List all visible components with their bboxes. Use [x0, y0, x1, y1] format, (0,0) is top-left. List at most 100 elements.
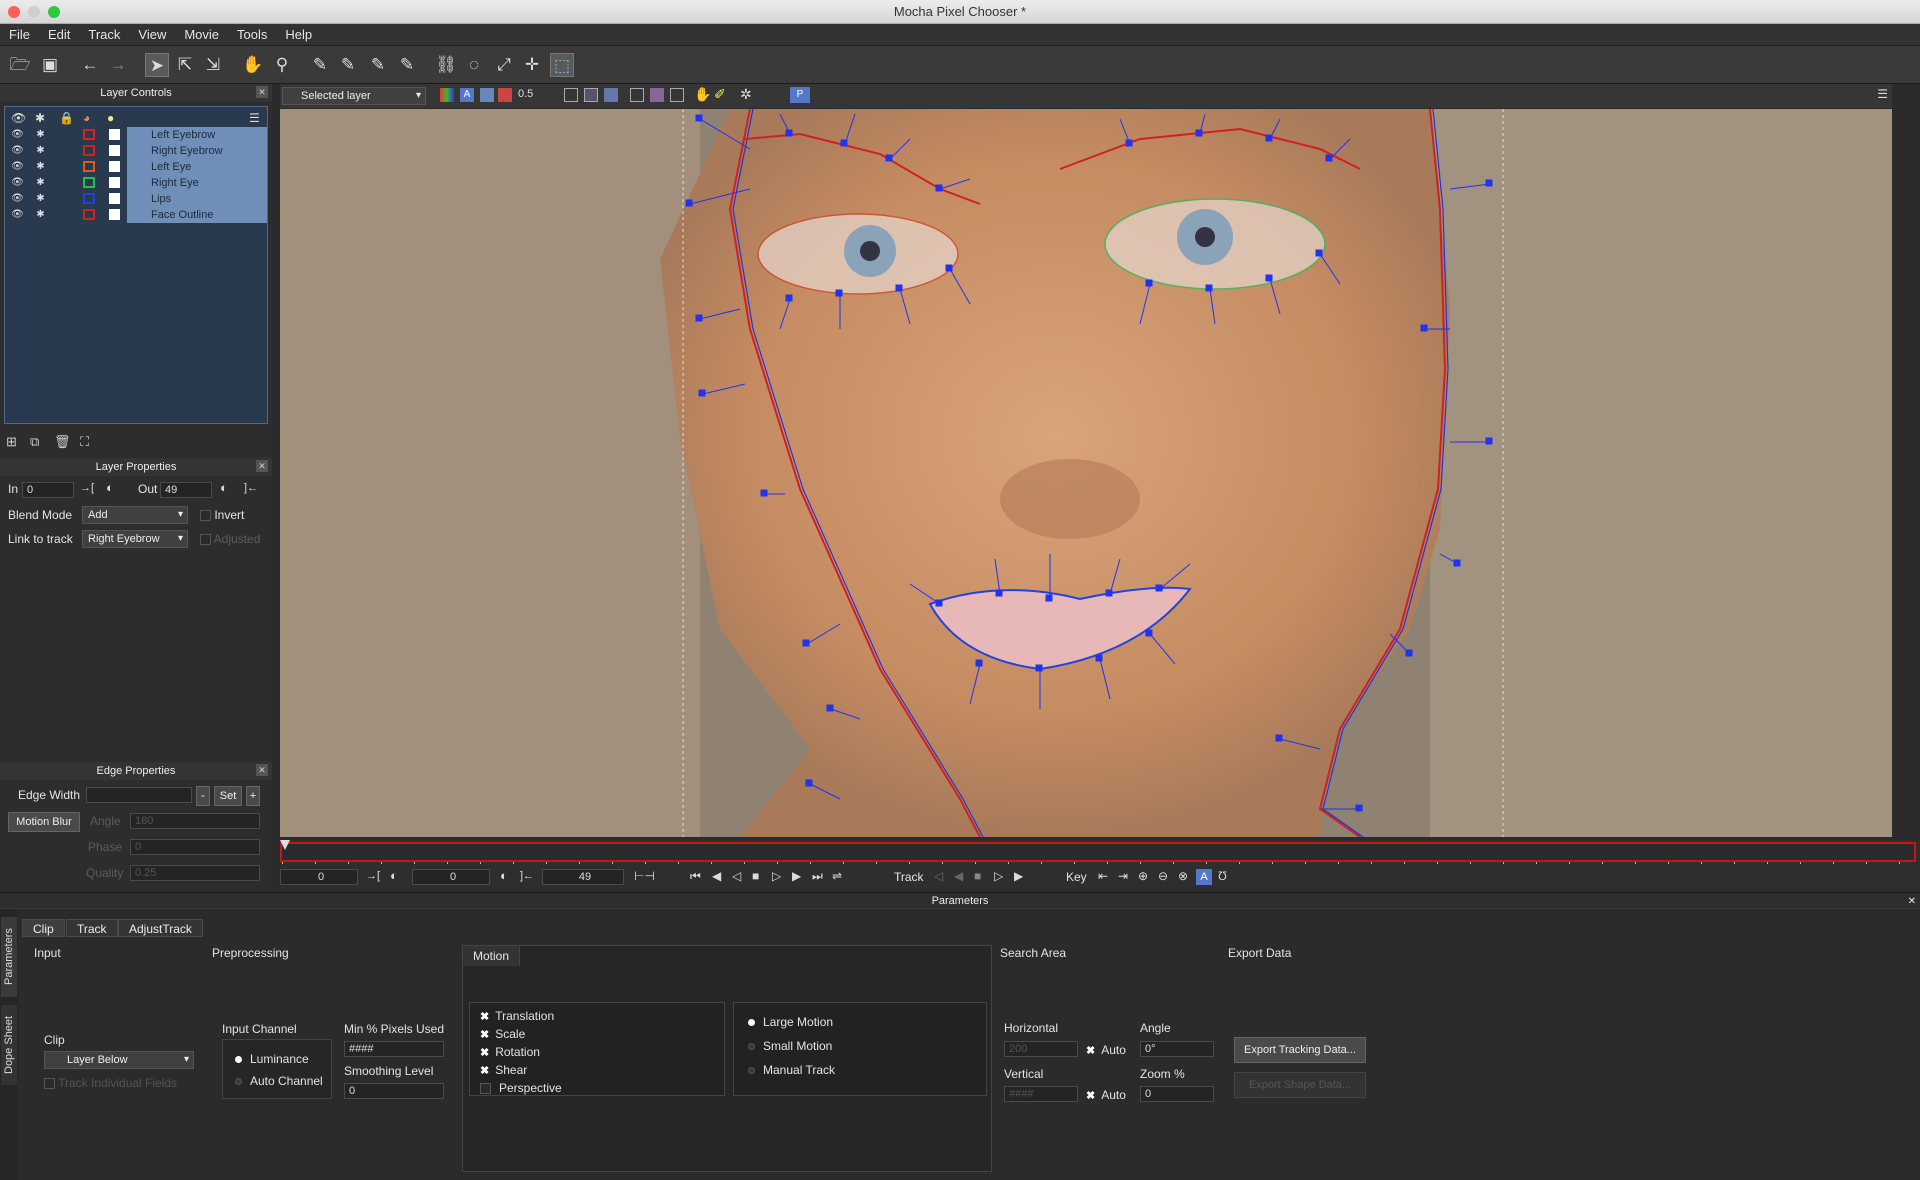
- close-icon[interactable]: ✕: [256, 764, 268, 776]
- lasso-icon[interactable]: ◌: [462, 53, 486, 77]
- scale-icon[interactable]: ⤢: [492, 53, 516, 77]
- delete-key-icon[interactable]: ⊖: [1158, 869, 1168, 883]
- tab-adjust-track[interactable]: AdjustTrack: [118, 919, 203, 937]
- xspline-add-icon[interactable]: ✎: [336, 53, 360, 77]
- layer-name[interactable]: Lips: [127, 191, 267, 207]
- layer-row[interactable]: 👁 ✱ Left Eyebrow: [5, 127, 267, 143]
- trash-icon[interactable]: 🗑: [54, 434, 71, 450]
- motion-checkbox[interactable]: ✖: [480, 1065, 489, 1077]
- edge-width-minus-button[interactable]: -: [196, 786, 210, 806]
- edge-width-field[interactable]: [86, 787, 192, 803]
- auto-checkbox[interactable]: ✖: [1086, 1090, 1095, 1102]
- track-backward-icon[interactable]: ◁: [934, 869, 943, 883]
- visibility-eye-icon[interactable]: 👁: [11, 145, 24, 156]
- layer-menu-icon[interactable]: ☰: [249, 111, 260, 125]
- quality-field[interactable]: 0.25: [130, 865, 260, 881]
- lock-icon[interactable]: 🔒: [59, 111, 74, 125]
- track-forward-one-icon[interactable]: ▷: [994, 869, 1003, 883]
- autokey-icon[interactable]: A: [1196, 869, 1212, 885]
- fit-range-icon[interactable]: ⊢⊣: [634, 869, 655, 883]
- bezier-add-icon[interactable]: ✎: [395, 53, 419, 77]
- small-motion-radio[interactable]: [748, 1043, 755, 1051]
- menu-view[interactable]: View: [129, 24, 175, 46]
- xspline-pen-icon[interactable]: ✎: [308, 53, 332, 77]
- cog-icon[interactable]: ✱: [35, 193, 46, 204]
- viewer-canvas[interactable]: [280, 109, 1892, 837]
- first-frame-icon[interactable]: ⏮: [690, 869, 701, 884]
- track-individual-fields-checkbox[interactable]: [44, 1078, 55, 1090]
- opacity-value[interactable]: 0.5: [518, 88, 533, 100]
- last-frame-icon[interactable]: ⏭: [812, 869, 823, 884]
- track-stop-icon[interactable]: ■: [974, 869, 981, 883]
- zoom-field[interactable]: 0: [1140, 1086, 1214, 1102]
- layer-color-swatch[interactable]: [83, 193, 95, 204]
- luminance-radio[interactable]: [235, 1056, 242, 1064]
- bezier-pen-icon[interactable]: ✎: [366, 53, 390, 77]
- layer-name[interactable]: Right Eyebrow: [127, 143, 267, 159]
- save-icon[interactable]: ▣: [38, 53, 62, 77]
- out-keyframe-icon[interactable]: ◐: [500, 868, 508, 883]
- add-point-icon[interactable]: ⇲: [201, 53, 225, 77]
- menu-help[interactable]: Help: [276, 24, 321, 46]
- undo-key-icon[interactable]: Ʊ: [1218, 869, 1227, 883]
- layer-row[interactable]: 👁 ✱ Right Eye: [5, 175, 267, 191]
- motion-checkbox[interactable]: ✖: [480, 1011, 489, 1023]
- layer-color-swatch[interactable]: [83, 129, 95, 140]
- vertical-field[interactable]: ####: [1004, 1086, 1078, 1102]
- vertical-auto-row[interactable]: ✖ Auto: [1086, 1088, 1126, 1102]
- motion-check-row[interactable]: ✖ Rotation: [480, 1045, 540, 1059]
- grid-icon[interactable]: [630, 88, 644, 102]
- minimize-window-button[interactable]: [28, 6, 40, 18]
- timeline[interactable]: [280, 840, 1920, 866]
- view-icon[interactable]: [564, 88, 578, 102]
- layer-row[interactable]: 👁 ✱ Right Eyebrow: [5, 143, 267, 159]
- cog-icon[interactable]: ✱: [35, 129, 46, 140]
- mattes-icon[interactable]: [480, 88, 494, 102]
- motion-checkbox[interactable]: ✖: [480, 1029, 489, 1041]
- auto-checkbox[interactable]: ✖: [1086, 1045, 1095, 1057]
- side-tab-parameters[interactable]: Parameters: [1, 917, 17, 997]
- duplicate-layer-icon[interactable]: ⧉: [30, 434, 39, 450]
- menu-track[interactable]: Track: [79, 24, 129, 46]
- select-points-icon[interactable]: ⇱: [173, 53, 197, 77]
- rgb-channels-icon[interactable]: [440, 88, 454, 102]
- play-icon[interactable]: ▷: [772, 869, 781, 883]
- cog-icon[interactable]: ✱: [35, 177, 46, 188]
- layer-matte-swatch[interactable]: [109, 209, 120, 220]
- overlay-color-icon[interactable]: [498, 88, 512, 102]
- auto-channel-radio-row[interactable]: Auto Channel: [235, 1074, 323, 1088]
- visibility-eye-icon[interactable]: 👁: [11, 111, 26, 125]
- out-point-field[interactable]: 49: [160, 482, 212, 498]
- visibility-eye-icon[interactable]: 👁: [11, 129, 24, 140]
- new-layer-icon[interactable]: ⊞: [6, 434, 17, 450]
- step-back-icon[interactable]: ◀: [712, 869, 721, 883]
- motion-check-row[interactable]: ✖ Shear: [480, 1063, 527, 1077]
- next-key-icon[interactable]: ⇥: [1118, 869, 1128, 883]
- viewer-menu-icon[interactable]: ☰: [1877, 87, 1888, 101]
- large-motion-radio[interactable]: [748, 1019, 755, 1027]
- link-icon[interactable]: ⛓: [434, 53, 458, 77]
- step-forward-icon[interactable]: ▶: [792, 869, 801, 883]
- proxy-toggle-icon[interactable]: P: [790, 87, 810, 103]
- loop-icon[interactable]: ⇌: [832, 869, 842, 883]
- spline-view-icon[interactable]: [604, 88, 618, 102]
- export-shape-data-button[interactable]: Export Shape Data...: [1234, 1072, 1366, 1098]
- in-keyframe-icon[interactable]: ◐: [106, 480, 114, 495]
- horizontal-auto-row[interactable]: ✖ Auto: [1086, 1043, 1126, 1057]
- blend-mode-select[interactable]: Add: [82, 506, 188, 524]
- menu-file[interactable]: File: [0, 24, 39, 46]
- close-icon[interactable]: ✕: [256, 86, 268, 98]
- out-keyframe-icon[interactable]: ◐: [220, 480, 228, 495]
- current-frame-field[interactable]: 0: [412, 869, 490, 885]
- timeline-range-bar[interactable]: [280, 842, 1916, 862]
- color-icon[interactable]: ●: [107, 111, 114, 125]
- surface-select-icon[interactable]: ⬚: [550, 53, 574, 77]
- horizontal-field[interactable]: 200: [1004, 1041, 1078, 1057]
- layer-name[interactable]: Face Outline: [127, 207, 267, 223]
- start-frame-field[interactable]: 0: [280, 869, 358, 885]
- in-point-field[interactable]: 0: [22, 482, 74, 498]
- set-out-icon[interactable]: ]←: [520, 870, 534, 882]
- hand-pan-icon[interactable]: ✋: [241, 53, 265, 77]
- link-to-track-select[interactable]: Right Eyebrow: [82, 530, 188, 548]
- motion-check-row[interactable]: Perspective: [480, 1081, 562, 1095]
